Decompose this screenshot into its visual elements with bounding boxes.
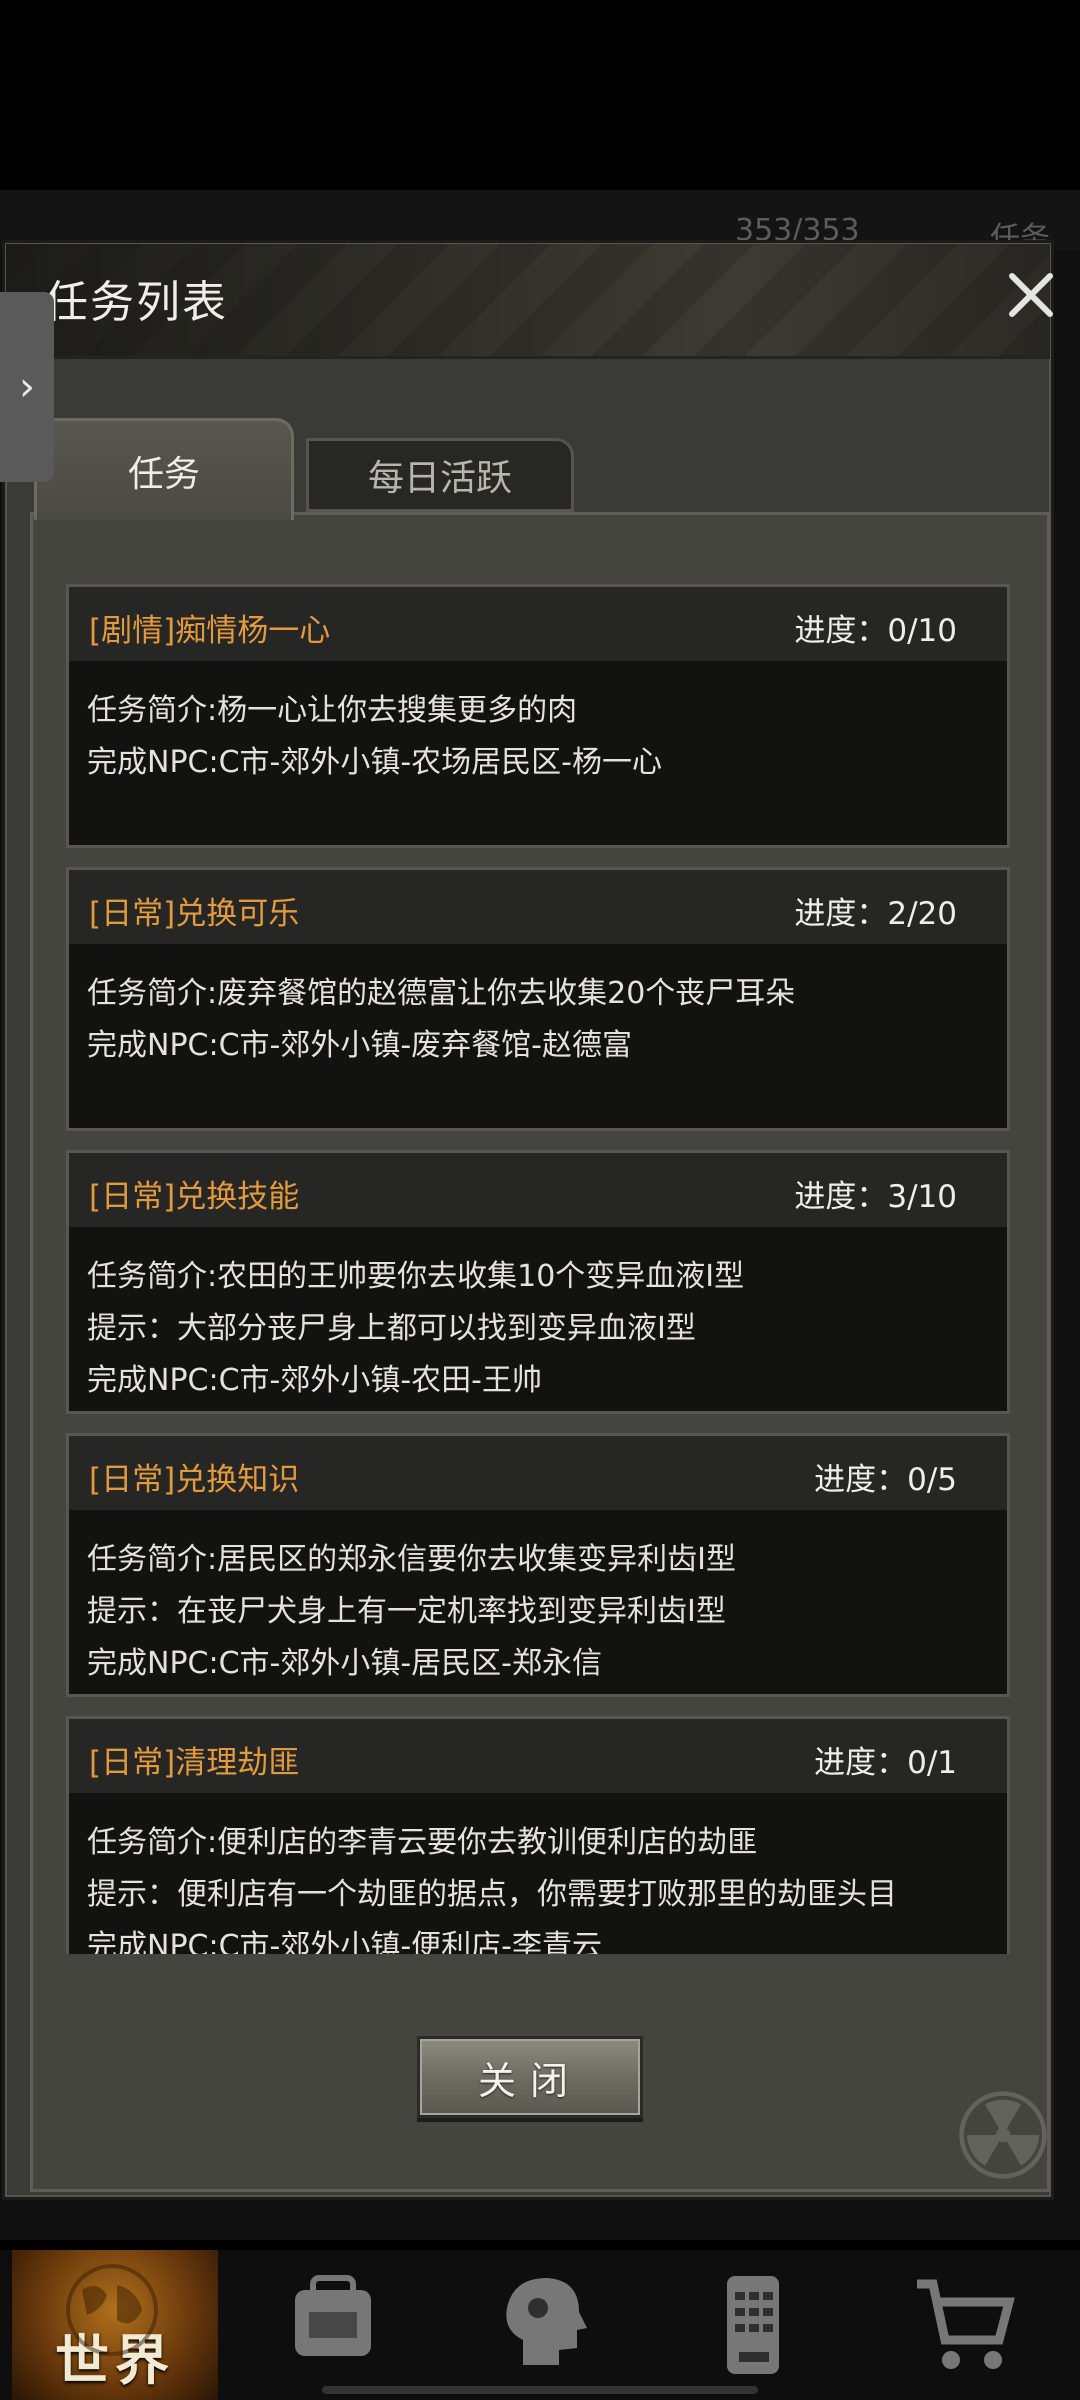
quest-hint: 提示：大部分丧尸身上都可以找到变异血液Ⅰ型 xyxy=(87,1311,696,1346)
bottom-navigation: 世界 xyxy=(0,2250,1080,2400)
quest-progress: 进度：3/10 xyxy=(794,1179,957,1215)
quest-description: 任务简介:便利店的李青云要你去教训便利店的劫匪 xyxy=(87,1825,758,1860)
tab-daily-activity[interactable]: 每日活跃 xyxy=(306,438,574,512)
quest-card[interactable]: [日常]兑换技能 进度：3/10 任务简介:农田的王帅要你去收集10个变异血液Ⅰ… xyxy=(66,1150,1010,1414)
quest-title: [剧情]痴情杨一心 xyxy=(89,613,331,649)
quest-card[interactable]: [日常]兑换知识 进度：0/5 任务简介:居民区的郑永信要你去收集变异利齿Ⅰ型 … xyxy=(66,1433,1010,1697)
nav-phone[interactable] xyxy=(650,2250,856,2400)
quest-list[interactable]: [剧情]痴情杨一心 进度：0/10 任务简介:杨一心让你去搜集更多的肉 完成NP… xyxy=(66,584,1010,1954)
dialog-title: 任务列表 xyxy=(44,277,228,328)
backpack-icon xyxy=(295,2275,371,2356)
quest-title: [日常]兑换技能 xyxy=(89,1179,300,1215)
side-drawer-handle[interactable]: › xyxy=(0,292,54,482)
globe-icon xyxy=(66,2264,158,2356)
nav-world[interactable]: 世界 xyxy=(12,2250,218,2400)
quest-npc: 完成NPC:C市-郊外小镇-农田-王帅 xyxy=(87,1363,543,1398)
close-button[interactable]: 关闭 xyxy=(417,2036,643,2118)
quest-description: 任务简介:废弃餐馆的赵德富让你去收集20个丧尸耳朵 xyxy=(87,976,796,1011)
quest-progress: 进度：0/10 xyxy=(794,613,957,649)
quest-npc: 完成NPC:C市-郊外小镇-废弃餐馆-赵德富 xyxy=(87,1028,633,1063)
quest-description: 任务简介:杨一心让你去搜集更多的肉 xyxy=(87,693,578,728)
quest-progress: 进度：0/5 xyxy=(814,1462,957,1498)
chevron-right-icon: › xyxy=(19,364,35,410)
tab-tasks[interactable]: 任务 xyxy=(34,418,294,520)
phone-icon xyxy=(727,2276,779,2374)
close-icon[interactable] xyxy=(998,262,1064,328)
quest-npc: 完成NPC:C市-郊外小镇-便利店-李青云 xyxy=(87,1929,603,1954)
quest-hint: 提示：便利店有一个劫匪的据点，你需要打败那里的劫匪头目 xyxy=(87,1877,897,1912)
close-button-label: 关闭 xyxy=(477,2058,582,2103)
nav-backpack[interactable] xyxy=(230,2250,436,2400)
quest-progress: 进度：0/1 xyxy=(814,1745,957,1781)
quest-hint: 提示：在丧尸犬身上有一定机率找到变异利齿Ⅰ型 xyxy=(87,1594,726,1629)
quest-title: [日常]清理劫匪 xyxy=(89,1745,300,1781)
quest-description: 任务简介:农田的王帅要你去收集10个变异血液Ⅰ型 xyxy=(87,1259,745,1294)
nav-shop[interactable] xyxy=(860,2250,1066,2400)
quest-title: [日常]兑换可乐 xyxy=(89,896,300,932)
nav-skills[interactable] xyxy=(440,2250,646,2400)
quest-card[interactable]: [剧情]痴情杨一心 进度：0/10 任务简介:杨一心让你去搜集更多的肉 完成NP… xyxy=(66,584,1010,848)
quest-npc: 完成NPC:C市-郊外小镇-农场居民区-杨一心 xyxy=(87,745,663,780)
home-indicator xyxy=(322,2386,758,2394)
quest-card[interactable]: [日常]清理劫匪 进度：0/1 任务简介:便利店的李青云要你去教训便利店的劫匪 … xyxy=(66,1716,1010,1954)
quest-npc: 完成NPC:C市-郊外小镇-居民区-郑永信 xyxy=(87,1646,603,1681)
quest-progress: 进度：2/20 xyxy=(794,896,957,932)
quest-card[interactable]: [日常]兑换可乐 进度：2/20 任务简介:废弃餐馆的赵德富让你去收集20个丧尸… xyxy=(66,867,1010,1131)
head-icon xyxy=(506,2278,587,2365)
quest-title: [日常]兑换知识 xyxy=(89,1462,300,1498)
radiation-icon xyxy=(959,2091,1047,2179)
cart-icon xyxy=(917,2279,1015,2369)
quest-description: 任务简介:居民区的郑永信要你去收集变异利齿Ⅰ型 xyxy=(87,1542,736,1577)
